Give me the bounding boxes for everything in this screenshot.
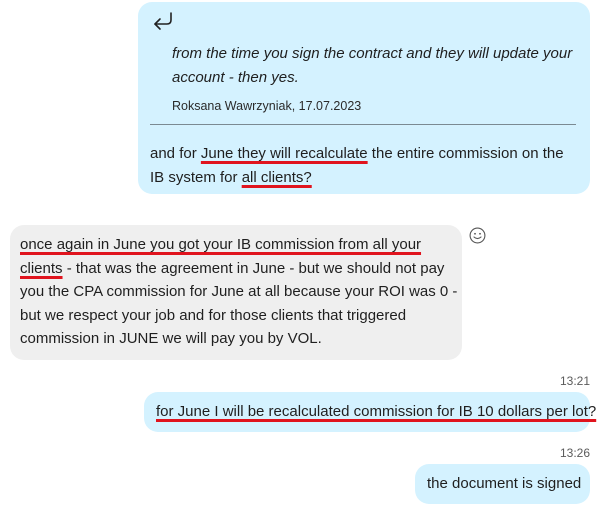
smiley-reaction-icon[interactable] <box>469 227 486 244</box>
message-timestamp: 13:26 <box>559 446 590 460</box>
message-bubble-reply[interactable]: from the time you sign the contract and … <box>138 2 590 194</box>
quoted-message-text: from the time you sign the contract and … <box>172 45 573 86</box>
reply-arrow-icon <box>154 12 172 30</box>
message-timestamp: 13:21 <box>559 374 590 388</box>
reply-message-text: and for June they will recalculate the e… <box>150 142 580 189</box>
underlined-text: all clients? <box>241 168 312 186</box>
quote-divider <box>150 124 576 125</box>
underlined-text: June they will recalculate <box>200 145 368 162</box>
message-bubble-incoming[interactable]: once again in June you got your IB commi… <box>10 225 462 360</box>
outgoing-message-text: the document is signed <box>427 475 582 492</box>
incoming-message-text: once again in June you got your IB commi… <box>20 233 460 351</box>
chat-conversation: from the time you sign the contract and … <box>0 0 600 516</box>
text-segment: and for <box>150 145 201 162</box>
message-bubble-outgoing[interactable]: the document is signed <box>415 464 590 504</box>
text-segment: - that was the agreement in June - but w… <box>20 259 458 348</box>
underlined-text: for June I will be recalculated commissi… <box>156 403 597 420</box>
message-bubble-outgoing[interactable]: for June I will be recalculated commissi… <box>144 392 596 432</box>
quoted-message-author: Roksana Wawrzyniak, 17.07.2023 <box>172 99 362 113</box>
